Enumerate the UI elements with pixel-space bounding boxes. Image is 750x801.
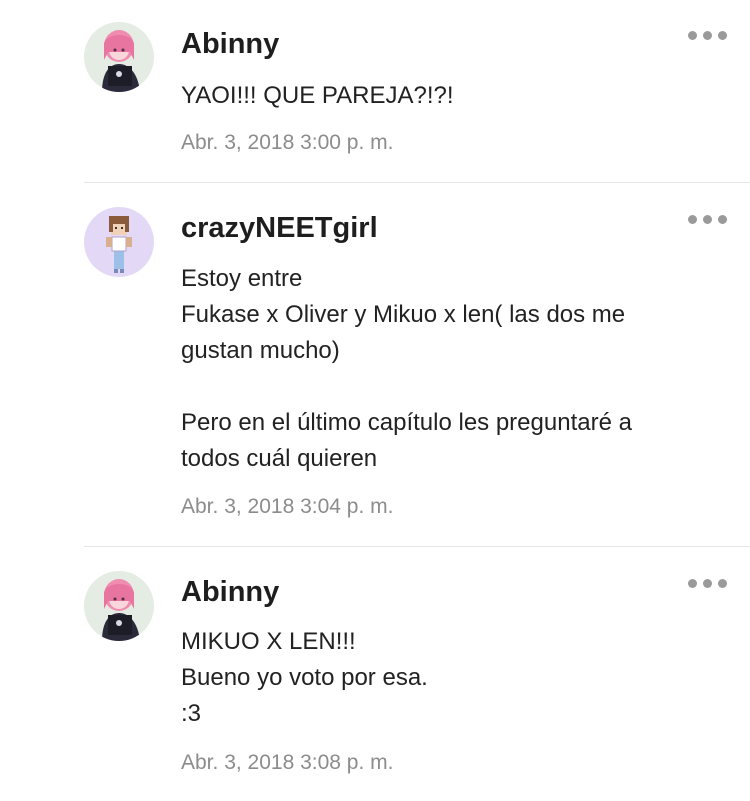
dot <box>718 214 727 224</box>
more-options-icon[interactable] <box>688 212 728 226</box>
pink-haired-character-icon <box>84 571 154 641</box>
avatar[interactable] <box>84 207 154 277</box>
comment-body: YAOI!!! QUE PAREJA?!?! <box>181 78 721 114</box>
comment-line: gustan mucho) <box>181 337 340 364</box>
comment-author[interactable]: Abinny <box>181 575 279 609</box>
comment-line: Bueno yo voto por esa. <box>181 664 428 691</box>
divider <box>84 546 750 547</box>
pink-haired-character-icon <box>84 22 154 92</box>
comment-body: Estoy entre Fukase x Oliver y Mikuo x le… <box>181 261 721 477</box>
comment-author[interactable]: crazyNEETgirl <box>181 211 378 245</box>
dot <box>688 578 697 588</box>
comment-body: MIKUO X LEN!!! Bueno yo voto por esa. :3 <box>181 624 721 732</box>
dot <box>703 214 712 224</box>
comment-timestamp: Abr. 3, 2018 3:00 p. m. <box>181 131 394 154</box>
dot <box>688 214 697 224</box>
dot <box>718 578 727 588</box>
comment-author[interactable]: Abinny <box>181 27 279 61</box>
dot <box>703 578 712 588</box>
comment-timestamp: Abr. 3, 2018 3:04 p. m. <box>181 495 394 518</box>
dot <box>688 30 697 40</box>
comment-line: Fukase x Oliver y Mikuo x len( las dos m… <box>181 301 626 328</box>
divider <box>84 182 750 183</box>
pixel-girl-character-icon <box>84 207 154 277</box>
comment-line: :3 <box>181 700 202 727</box>
more-options-icon[interactable] <box>688 28 728 42</box>
comment-line: Estoy entre <box>181 265 303 292</box>
comment-line: todos cuál quieren <box>181 445 378 472</box>
avatar[interactable] <box>84 571 154 641</box>
more-options-icon[interactable] <box>688 576 728 590</box>
comment-timestamp: Abr. 3, 2018 3:08 p. m. <box>181 751 394 774</box>
comment-line: YAOI!!! QUE PAREJA?!?! <box>181 82 454 109</box>
comment-line <box>181 369 721 405</box>
comment-line: Pero en el último capítulo les preguntar… <box>181 409 632 436</box>
comment-line: MIKUO X LEN!!! <box>181 628 356 655</box>
avatar[interactable] <box>84 22 154 92</box>
dot <box>703 30 712 40</box>
dot <box>718 30 727 40</box>
